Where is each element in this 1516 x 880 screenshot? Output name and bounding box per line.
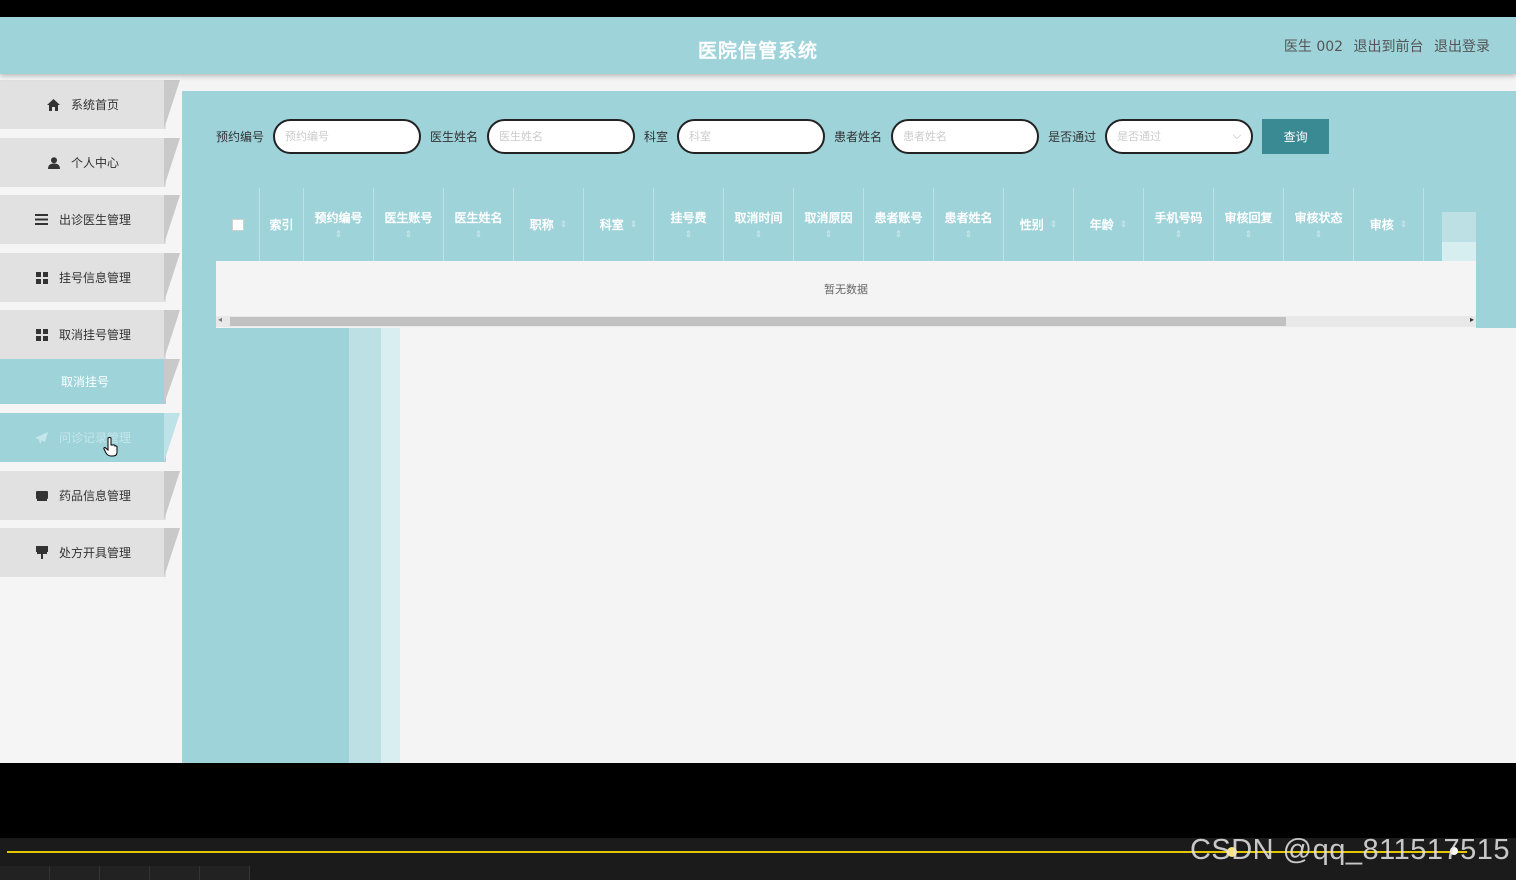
sidebar-item-label: 取消挂号管理 bbox=[58, 328, 131, 342]
column-header[interactable]: 取消时间 ⇕ bbox=[724, 188, 794, 261]
sidebar-item-drugs[interactable]: 药品信息管理 bbox=[0, 471, 182, 520]
submenu-item-cancel-registration[interactable]: 取消挂号 bbox=[0, 359, 182, 404]
column-header[interactable]: 审核 ⇕ bbox=[1354, 188, 1424, 261]
sidebar-item-label: 系统首页 bbox=[70, 98, 119, 112]
appointment-no-input[interactable] bbox=[273, 118, 422, 154]
column-header[interactable]: 审核状态 ⇕ bbox=[1284, 188, 1354, 261]
column-header[interactable]: 年龄 ⇕ bbox=[1074, 188, 1144, 261]
sidebar-item-profile[interactable]: 个人中心 bbox=[0, 138, 182, 187]
send-icon bbox=[35, 431, 49, 444]
current-user: 医生 002 bbox=[1283, 39, 1344, 55]
column-header[interactable]: 职称 ⇕ bbox=[514, 188, 584, 261]
sidebar-item-home[interactable]: 系统首页 bbox=[0, 80, 182, 129]
column-header[interactable]: 患者账号 ⇕ bbox=[864, 188, 934, 261]
table-empty-message: 暂无数据 bbox=[824, 282, 868, 296]
patient-name-input[interactable] bbox=[891, 118, 1040, 154]
column-header[interactable]: 患者姓名 ⇕ bbox=[934, 188, 1004, 261]
sidebar-item-cancel-registration[interactable]: 取消挂号管理 bbox=[0, 310, 182, 359]
sidebar-item-label: 出诊医生管理 bbox=[58, 213, 131, 227]
grid-icon bbox=[35, 328, 49, 341]
column-header[interactable]: 医生姓名 ⇕ bbox=[444, 188, 514, 261]
column-header[interactable]: 医生账号 ⇕ bbox=[374, 188, 444, 261]
chevron-down-icon: ⌵ bbox=[1232, 129, 1242, 142]
scrollbar-thumb[interactable] bbox=[230, 317, 1286, 326]
search-label: 医生姓名 bbox=[430, 129, 479, 144]
sidebar-item-doctors[interactable]: 出诊医生管理 bbox=[0, 195, 182, 244]
search-form: 预约编号 医生姓名 科室 患者姓名 是否通过 是否通过 ⌵ 查询 bbox=[216, 118, 1330, 154]
sort-icon: ⇕ bbox=[1119, 219, 1128, 230]
sort-icon: ⇕ bbox=[474, 230, 483, 240]
sidebar: 系统首页 个人中心 出诊医生管理 挂号信息管理 取消挂号管理 取消挂号 问诊记录… bbox=[0, 74, 182, 763]
exit-to-front-link[interactable]: 退出到前台 bbox=[1354, 39, 1424, 55]
sort-icon: ⇕ bbox=[824, 230, 833, 240]
column-header[interactable]: 索引 bbox=[260, 188, 304, 261]
select-all-checkbox-cell bbox=[216, 188, 260, 261]
column-header[interactable]: 手机号码 ⇕ bbox=[1144, 188, 1214, 261]
sidebar-item-prescriptions[interactable]: 处方开具管理 bbox=[0, 528, 182, 577]
search-label: 科室 bbox=[644, 129, 669, 144]
list-icon bbox=[35, 214, 49, 225]
approval-select[interactable]: 是否通过 ⌵ bbox=[1105, 118, 1254, 154]
sidebar-item-label: 处方开具管理 bbox=[58, 546, 131, 560]
scroll-right-icon[interactable]: ▸ bbox=[1470, 315, 1474, 324]
sidebar-item-label: 挂号信息管理 bbox=[58, 271, 131, 285]
sort-icon: ⇕ bbox=[404, 230, 413, 240]
logout-link[interactable]: 退出登录 bbox=[1434, 39, 1490, 55]
sidebar-item-label: 问诊记录管理 bbox=[58, 431, 131, 445]
horizontal-scrollbar[interactable]: ◂ ▸ bbox=[216, 315, 1476, 327]
select-all-checkbox[interactable] bbox=[231, 218, 244, 231]
search-button[interactable]: 查询 bbox=[1262, 118, 1330, 154]
column-header[interactable]: 预约编号 ⇕ bbox=[304, 188, 374, 261]
table-header: 索引 预约编号 ⇕ 医生账号 ⇕ 医生姓名 ⇕ 职称 ⇕ 科室 ⇕ 挂号费 ⇕ 取消时间 ⇕ … bbox=[216, 188, 1476, 261]
top-header: 医院信管系统 医生 002 退出到前台 退出登录 bbox=[0, 17, 1516, 74]
doctor-name-input[interactable] bbox=[487, 118, 636, 154]
sidebar-item-registration[interactable]: 挂号信息管理 bbox=[0, 253, 182, 302]
column-header[interactable]: 科室 ⇕ bbox=[584, 188, 654, 261]
main-content: 预约编号 医生姓名 科室 患者姓名 是否通过 是否通过 ⌵ 查询 索引 预约编号… bbox=[182, 91, 1516, 763]
grid-icon bbox=[35, 271, 49, 284]
app-window: 医院信管系统 医生 002 退出到前台 退出登录 系统首页 个人中心 出诊医生管… bbox=[0, 17, 1516, 763]
column-header[interactable]: 审核回复 ⇕ bbox=[1214, 188, 1284, 261]
sort-icon: ⇕ bbox=[334, 230, 343, 240]
sidebar-item-label: 个人中心 bbox=[70, 156, 119, 170]
sort-icon: ⇕ bbox=[629, 219, 638, 230]
sort-icon: ⇕ bbox=[964, 230, 973, 240]
search-label: 预约编号 bbox=[216, 129, 265, 144]
sidebar-item-consultation[interactable]: 问诊记录管理 bbox=[0, 413, 182, 462]
scroll-left-icon[interactable]: ◂ bbox=[218, 315, 222, 324]
box-icon bbox=[35, 490, 49, 502]
stamp-icon bbox=[35, 546, 49, 559]
user-icon bbox=[47, 156, 61, 169]
hand-cursor-icon bbox=[103, 437, 119, 457]
sort-icon: ⇕ bbox=[894, 230, 903, 240]
department-input[interactable] bbox=[677, 118, 826, 154]
sort-icon: ⇕ bbox=[684, 230, 693, 240]
sidebar-item-label: 药品信息管理 bbox=[58, 489, 131, 503]
column-header[interactable]: 取消原因 ⇕ bbox=[794, 188, 864, 261]
submenu-item-label: 取消挂号 bbox=[60, 375, 109, 389]
column-header[interactable]: 性别 ⇕ bbox=[1004, 188, 1074, 261]
sort-icon: ⇕ bbox=[1244, 230, 1253, 240]
search-label: 患者姓名 bbox=[834, 129, 883, 144]
column-header[interactable]: 挂号费 ⇕ bbox=[654, 188, 724, 261]
sort-icon: ⇕ bbox=[1174, 230, 1183, 240]
sort-icon: ⇕ bbox=[1399, 219, 1408, 230]
sort-icon: ⇕ bbox=[1049, 219, 1058, 230]
sort-icon: ⇕ bbox=[754, 230, 763, 240]
header-user-area: 医生 002 退出到前台 退出登录 bbox=[1284, 36, 1490, 56]
sort-icon: ⇕ bbox=[1314, 230, 1323, 240]
search-label: 是否通过 bbox=[1048, 129, 1097, 144]
approval-select-placeholder: 是否通过 bbox=[1117, 130, 1162, 143]
sort-icon: ⇕ bbox=[559, 219, 568, 230]
data-table: 索引 预约编号 ⇕ 医生账号 ⇕ 医生姓名 ⇕ 职称 ⇕ 科室 ⇕ 挂号费 ⇕ 取消时间 ⇕ … bbox=[216, 188, 1476, 328]
watermark-text: CSDN @qq_811517515 bbox=[1189, 834, 1510, 866]
home-icon bbox=[47, 98, 61, 111]
